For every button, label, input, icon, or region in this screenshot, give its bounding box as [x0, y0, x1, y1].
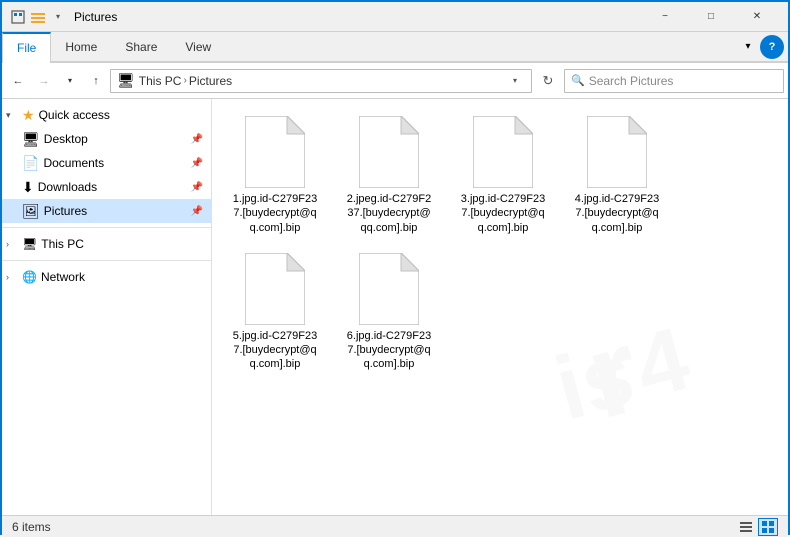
tab-share[interactable]: Share — [111, 32, 171, 62]
downloads-icon: ⬇ — [22, 179, 34, 196]
file-icon-5 — [245, 253, 305, 325]
forward-button[interactable]: → — [32, 69, 56, 93]
close-button[interactable]: ✕ — [734, 2, 780, 32]
window-title: Pictures — [74, 10, 642, 24]
path-thispc: This PC — [139, 74, 182, 88]
network-label: Network — [41, 270, 85, 284]
sidebar-item-desktop[interactable]: 🖥 Desktop 📌 — [2, 127, 211, 151]
back-button[interactable]: ← — [6, 69, 30, 93]
sidebar-item-downloads[interactable]: ⬇ Downloads 📌 — [2, 175, 211, 199]
thispc-chevron: › — [6, 239, 18, 249]
thispc-icon: 🖥 — [22, 237, 37, 251]
qat-dropdown[interactable]: ▾ — [50, 9, 66, 25]
sidebar-documents-label: Documents — [43, 156, 104, 170]
help-button[interactable]: ? — [760, 35, 784, 59]
refresh-button[interactable]: ↻ — [534, 67, 562, 95]
grid-view-button[interactable] — [758, 518, 778, 536]
file-icon-1 — [245, 116, 305, 188]
file-icon-2 — [359, 116, 419, 188]
ribbon-tabs: File Home Share View ▾ ? — [2, 32, 788, 62]
sidebar-section-thispc[interactable]: › 🖥 This PC — [2, 232, 211, 256]
main-content: ▾ ★ Quick access 🖥 Desktop 📌 📄 Documents… — [2, 99, 788, 515]
desktop-pin-icon: 📌 — [191, 134, 203, 145]
network-icon: 🌐 — [22, 270, 37, 284]
sidebar-section-quick-access[interactable]: ▾ ★ Quick access — [2, 103, 211, 127]
quick-access-chevron: ▾ — [6, 110, 18, 121]
minimize-button[interactable]: − — [642, 2, 688, 32]
sidebar-item-pictures[interactable]: 🖼 Pictures 📌 — [2, 199, 211, 223]
ribbon: File Home Share View ▾ ? — [2, 32, 788, 63]
documents-pin-icon: 📌 — [191, 158, 203, 169]
search-icon: 🔍 — [571, 74, 585, 87]
pictures-icon: 🖼 — [22, 203, 40, 220]
downloads-pin-icon: 📌 — [191, 182, 203, 193]
recent-locations-button[interactable]: ▾ — [58, 69, 82, 93]
file-item-2[interactable]: 2.jpeg.id-C279F237.[buydecrypt@qq.com].b… — [334, 107, 444, 240]
sidebar-item-documents[interactable]: 📄 Documents 📌 — [2, 151, 211, 175]
title-bar-icons: ▾ — [10, 9, 66, 25]
quick-access-star: ★ — [22, 107, 35, 124]
path-dropdown-icon[interactable]: ▾ — [505, 69, 525, 93]
file-icon-6 — [359, 253, 419, 325]
ribbon-collapse-button[interactable]: ▾ — [736, 35, 760, 59]
file-label-2: 2.jpeg.id-C279F237.[buydecrypt@qq.com].b… — [347, 192, 431, 235]
sidebar-section-network[interactable]: › 🌐 Network — [2, 265, 211, 289]
file-label-1: 1.jpg.id-C279F237.[buydecrypt@qq.com].bi… — [233, 192, 317, 235]
address-bar: ← → ▾ ↑ 🖥 This PC › Pictures ▾ ↻ 🔍 Searc… — [2, 63, 788, 99]
pictures-pin-icon: 📌 — [191, 206, 203, 217]
sidebar-desktop-label: Desktop — [44, 132, 88, 146]
items-count: 6 items — [12, 520, 51, 534]
file-item-3[interactable]: 3.jpg.id-C279F237.[buydecrypt@qq.com].bi… — [448, 107, 558, 240]
file-icon-3 — [473, 116, 533, 188]
path-separator1: › — [183, 75, 186, 86]
maximize-button[interactable]: □ — [688, 2, 734, 32]
file-item-1[interactable]: 1.jpg.id-C279F237.[buydecrypt@qq.com].bi… — [220, 107, 330, 240]
quick-access-label: Quick access — [39, 108, 110, 122]
title-bar: ▾ Pictures − □ ✕ — [2, 2, 788, 32]
documents-icon: 📄 — [22, 155, 39, 172]
sidebar-pictures-label: Pictures — [44, 204, 87, 218]
network-chevron: › — [6, 272, 18, 282]
sidebar-downloads-label: Downloads — [38, 180, 97, 194]
file-item-6[interactable]: 6.jpg.id-C279F237.[buydecrypt@qq.com].bi… — [334, 244, 444, 377]
file-label-3: 3.jpg.id-C279F237.[buydecrypt@qq.com].bi… — [461, 192, 545, 235]
tab-file[interactable]: File — [2, 32, 51, 63]
sidebar-divider2 — [2, 260, 211, 261]
window-controls: − □ ✕ — [642, 2, 780, 32]
thispc-label: This PC — [41, 237, 84, 251]
file-area: 1.jpg.id-C279F237.[buydecrypt@qq.com].bi… — [212, 99, 788, 385]
desktop-icon: 🖥 — [22, 131, 40, 148]
tab-view[interactable]: View — [171, 32, 225, 62]
file-label-5: 5.jpg.id-C279F237.[buydecrypt@qq.com].bi… — [233, 329, 317, 372]
view-buttons — [736, 518, 778, 536]
file-item-5[interactable]: 5.jpg.id-C279F237.[buydecrypt@qq.com].bi… — [220, 244, 330, 377]
search-box[interactable]: 🔍 Search Pictures — [564, 69, 784, 93]
file-label-4: 4.jpg.id-C279F237.[buydecrypt@qq.com].bi… — [575, 192, 659, 235]
sidebar: ▾ ★ Quick access 🖥 Desktop 📌 📄 Documents… — [2, 99, 212, 515]
address-path[interactable]: 🖥 This PC › Pictures ▾ — [110, 69, 532, 93]
search-input[interactable]: Search Pictures — [589, 74, 777, 88]
up-button[interactable]: ↑ — [84, 69, 108, 93]
qat-icon2[interactable] — [30, 9, 46, 25]
file-icon-4 — [587, 116, 647, 188]
qat-icon1[interactable] — [10, 9, 26, 25]
path-pictures: Pictures — [189, 74, 232, 88]
file-label-6: 6.jpg.id-C279F237.[buydecrypt@qq.com].bi… — [347, 329, 431, 372]
list-view-button[interactable] — [736, 518, 756, 536]
file-item-4[interactable]: 4.jpg.id-C279F237.[buydecrypt@qq.com].bi… — [562, 107, 672, 240]
tab-home[interactable]: Home — [51, 32, 111, 62]
sidebar-divider1 — [2, 227, 211, 228]
status-bar: 6 items — [2, 515, 788, 537]
